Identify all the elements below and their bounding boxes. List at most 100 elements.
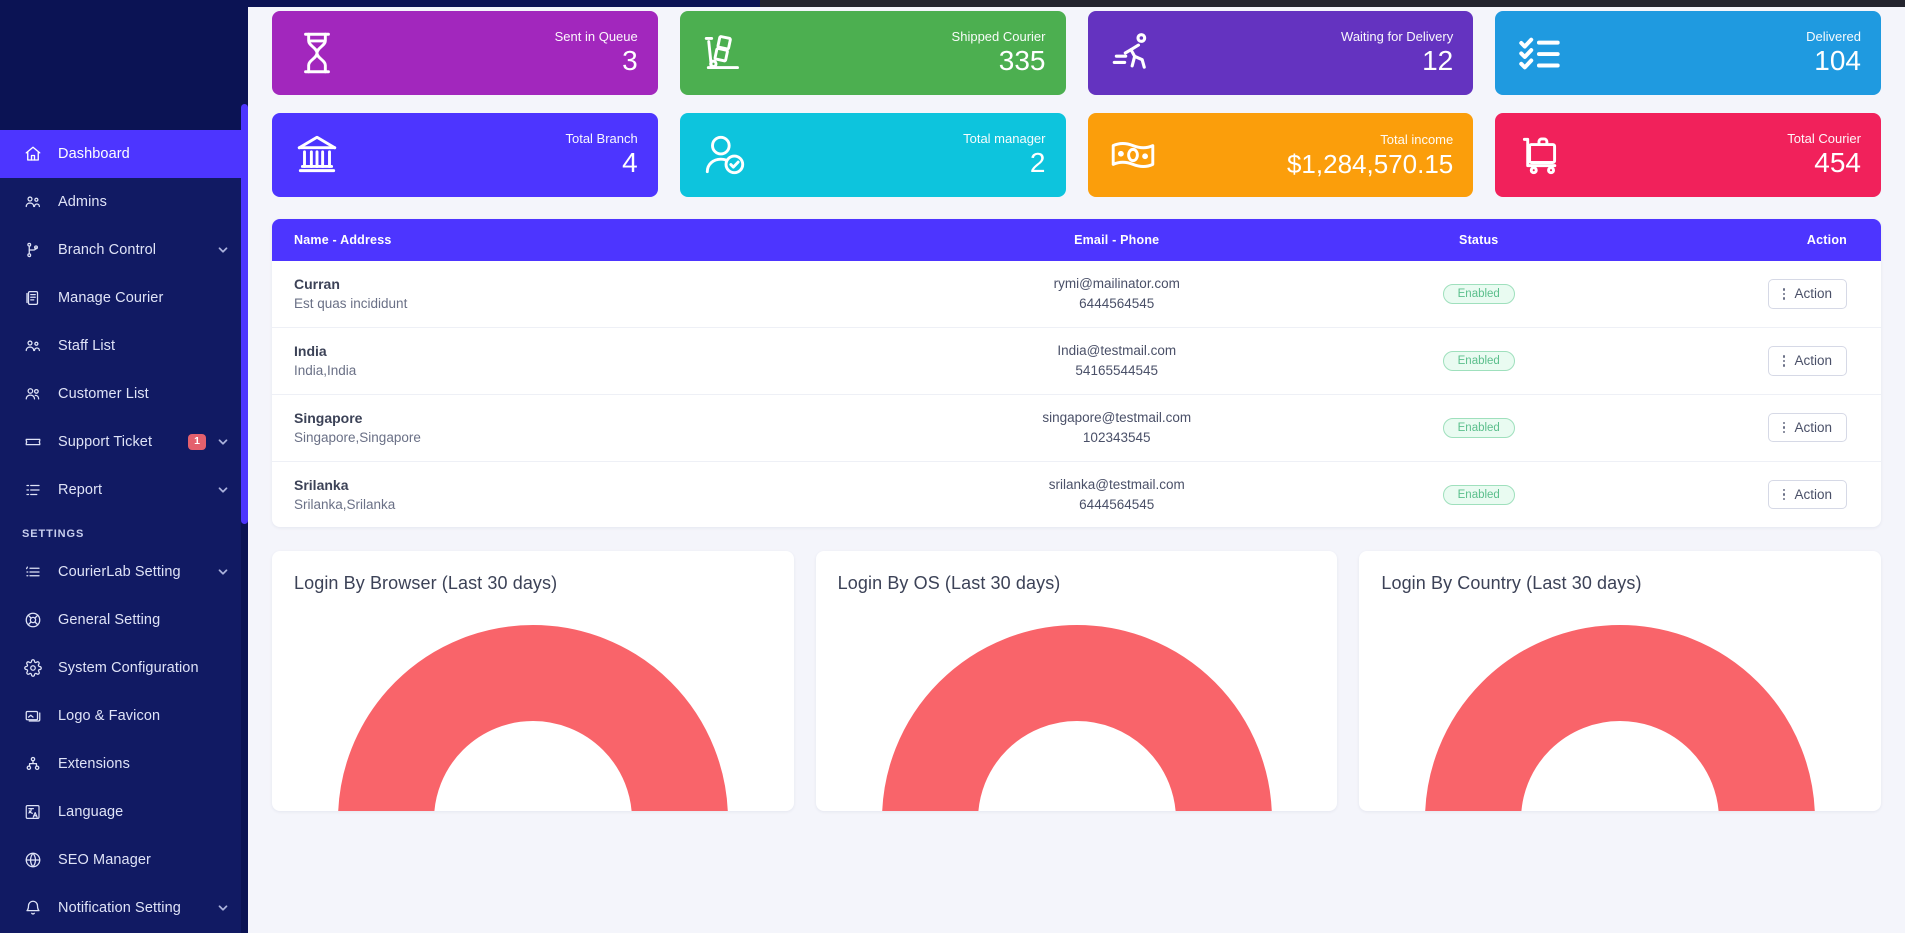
cell-name-address: Curran Est quas incididunt	[272, 261, 916, 327]
sidebar-item-staff-list[interactable]: Staff List	[0, 322, 248, 370]
sidebar-item-support-ticket[interactable]: Support Ticket 1	[0, 418, 248, 466]
sidebar-item-customer-list[interactable]: Customer List	[0, 370, 248, 418]
chart-title: Login By Browser (Last 30 days)	[294, 573, 558, 594]
stat-text: Shipped Courier 335	[952, 29, 1046, 77]
action-button[interactable]: Action	[1767, 279, 1847, 309]
chevron-down-icon[interactable]	[216, 565, 230, 579]
stat-card-total-income[interactable]: Total income $1,284,570.15	[1087, 113, 1474, 197]
row-name: Singapore	[294, 409, 363, 426]
money-icon	[1108, 130, 1158, 180]
stat-title: Total income	[1380, 131, 1454, 147]
sidebar-item-extensions[interactable]: Extensions	[0, 740, 248, 788]
stat-cards-row-1: Sent in Queue 3 Shipped Courier 335 Wait…	[272, 11, 1881, 95]
row-email: singapore@testmail.com	[1042, 410, 1192, 426]
sidebar-item-manage-courier[interactable]: Manage Courier	[0, 274, 248, 322]
donut-chart-country[interactable]	[1425, 625, 1815, 812]
sidebar-item-label: CourierLab Setting	[58, 564, 181, 580]
stat-title: Total manager	[963, 130, 1046, 146]
branch-table: Name - Address Email - Phone Status Acti…	[272, 219, 1881, 527]
chart-card-login-by-browser: Login By Browser (Last 30 days)	[272, 551, 794, 812]
row-phone: 6444564545	[1079, 496, 1155, 512]
stat-card-shipped-courier[interactable]: Shipped Courier 335	[679, 11, 1066, 95]
stat-text: Total income $1,284,570.15	[1287, 132, 1453, 178]
sidebar-item-language[interactable]: Language	[0, 788, 248, 836]
cell-email-phone: singapore@testmail.com 102343545	[916, 394, 1318, 461]
column-header-name[interactable]: Name - Address	[272, 219, 916, 261]
column-header-status[interactable]: Status	[1317, 219, 1640, 261]
sidebar-item-courierlab-setting[interactable]: CourierLab Setting	[0, 548, 248, 596]
chart-title: Login By Country (Last 30 days)	[1381, 573, 1642, 594]
sidebar-item-dashboard[interactable]: Dashboard	[0, 130, 248, 178]
sidebar-item-label: Admins	[58, 194, 107, 210]
cell-name-address: Singapore Singapore,Singapore	[272, 394, 916, 461]
stat-value: 454	[1814, 147, 1861, 179]
cell-status: Enabled	[1318, 394, 1640, 461]
gear-icon	[22, 657, 44, 679]
stat-card-total-courier[interactable]: Total Courier 454	[1495, 113, 1881, 197]
stat-card-total-manager[interactable]: Total manager 2	[679, 113, 1066, 197]
stat-value: $1,284,570.15	[1286, 148, 1454, 179]
sidebar-item-seo-manager[interactable]: SEO Manager	[0, 836, 248, 884]
sidebar-scrollbar-thumb[interactable]	[241, 104, 248, 524]
sidebar-item-system-configuration[interactable]: System Configuration	[0, 644, 248, 692]
sidebar-item-label: Language	[58, 804, 124, 820]
column-header-email[interactable]: Email - Phone	[915, 219, 1318, 261]
stat-card-delivered[interactable]: Delivered 104	[1495, 11, 1881, 95]
sidebar-item-admins[interactable]: Admins	[0, 178, 248, 226]
stat-card-sent-in-queue[interactable]: Sent in Queue 3	[272, 11, 658, 95]
status-badge: Enabled	[1442, 283, 1515, 304]
chevron-down-icon[interactable]	[216, 435, 230, 449]
sidebar-item-logo-favicon[interactable]: Logo & Favicon	[0, 692, 248, 740]
sidebar-item-label: Notification Setting	[58, 900, 181, 916]
cell-email-phone: rymi@mailinator.com 6444564545	[916, 261, 1318, 327]
sidebar-item-label: Support Ticket	[58, 434, 153, 450]
stat-value: 335	[998, 45, 1046, 77]
sidebar-item-label: Branch Control	[58, 242, 157, 258]
stat-card-waiting-for-delivery[interactable]: Waiting for Delivery 12	[1087, 11, 1474, 95]
ticket-icon	[22, 431, 44, 453]
sidebar-brand[interactable]	[0, 0, 248, 130]
row-address: Srilanka,Srilanka	[294, 496, 396, 512]
sidebar-item-branch-control[interactable]: Branch Control	[0, 226, 248, 274]
sidebar-item-report[interactable]: Report	[0, 466, 248, 514]
table-head: Name - Address Email - Phone Status Acti…	[272, 219, 1881, 261]
bank-icon	[292, 130, 342, 180]
column-header-action[interactable]: Action	[1639, 219, 1881, 261]
action-button[interactable]: Action	[1767, 412, 1847, 443]
table-header-row: Name - Address Email - Phone Status Acti…	[272, 219, 1881, 261]
staff-icon	[22, 335, 44, 357]
action-button-label: Action	[1794, 353, 1832, 369]
stat-text: Waiting for Delivery 12	[1341, 29, 1453, 77]
sidebar-section-settings: SETTINGS	[22, 528, 85, 540]
sidebar-item-general-setting[interactable]: General Setting	[0, 596, 248, 644]
stat-value: 104	[1814, 45, 1861, 77]
stat-value: 2	[1029, 147, 1046, 179]
table-body: Curran Est quas incididunt rymi@mailinat…	[272, 261, 1881, 527]
action-button[interactable]: Action	[1767, 346, 1847, 376]
cell-status: Enabled	[1318, 261, 1640, 327]
action-button[interactable]: Action	[1767, 479, 1847, 510]
sidebar: Dashboard Admins Branch Control Manage C…	[0, 0, 248, 933]
chevron-down-icon[interactable]	[216, 243, 230, 257]
stat-text: Total manager 2	[963, 131, 1045, 179]
stat-cards-row-2: Total Branch 4 Total manager 2 Total inc…	[272, 113, 1881, 197]
sidebar-item-label: Staff List	[58, 338, 116, 354]
status-badge: Enabled	[1442, 350, 1515, 371]
donut-chart-os[interactable]	[881, 625, 1272, 812]
donut-chart-browser[interactable]	[338, 625, 728, 812]
language-icon	[22, 801, 44, 823]
stat-title: Waiting for Delivery	[1341, 28, 1454, 44]
sidebar-item-notification-setting[interactable]: Notification Setting	[0, 884, 248, 932]
stat-card-total-branch[interactable]: Total Branch 4	[272, 113, 658, 197]
cell-status: Enabled	[1318, 327, 1640, 394]
chevron-down-icon[interactable]	[216, 483, 230, 497]
sidebar-item-label: General Setting	[58, 612, 161, 628]
chevron-down-icon[interactable]	[216, 901, 230, 915]
dolly-icon	[700, 28, 750, 78]
row-name: Curran	[294, 276, 340, 292]
row-email: rymi@mailinator.com	[1053, 276, 1180, 292]
sidebar-scrollbar-track[interactable]	[241, 0, 248, 933]
row-phone: 54165544545	[1075, 362, 1159, 378]
row-email: India@testmail.com	[1057, 343, 1177, 359]
stat-value: 3	[622, 45, 638, 77]
